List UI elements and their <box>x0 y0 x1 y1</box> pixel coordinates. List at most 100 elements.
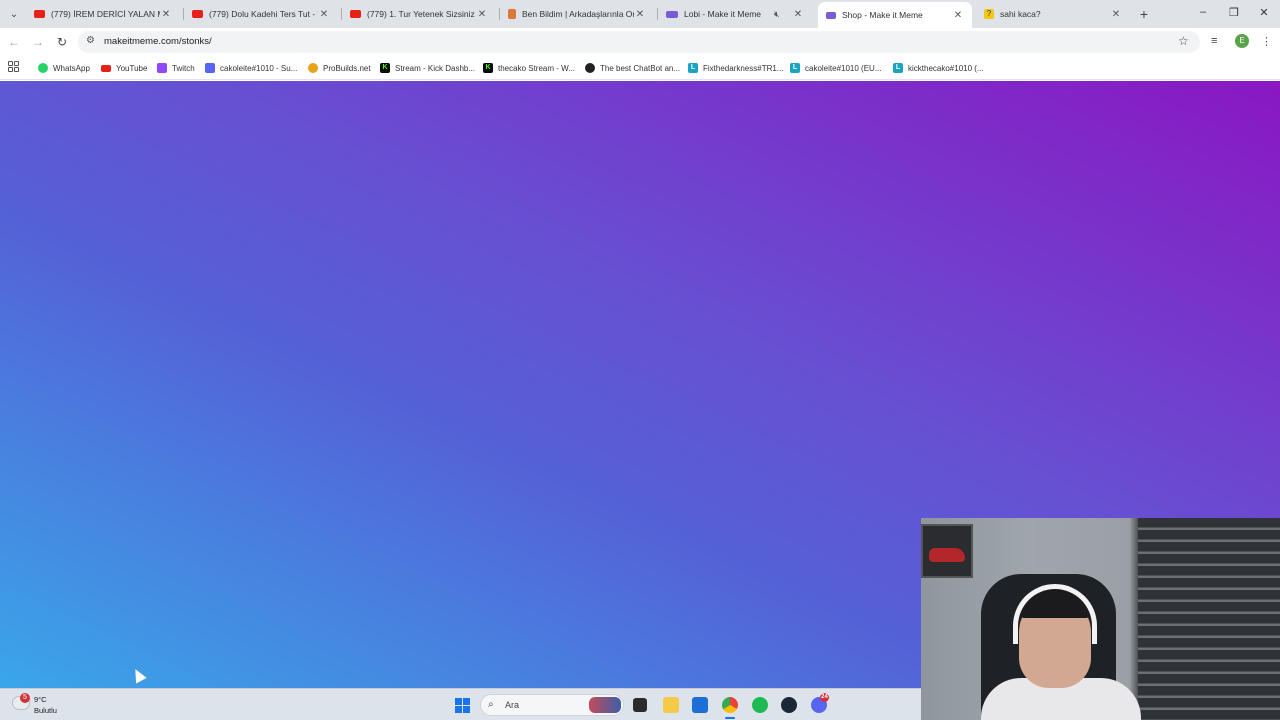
windows-start-icon[interactable] <box>455 698 470 713</box>
active-app-indicator <box>725 717 735 719</box>
close-icon: ✕ <box>1259 7 1269 19</box>
reload-button[interactable]: ↻ <box>54 34 70 50</box>
search-highlight-image <box>589 697 621 713</box>
profile-avatar[interactable]: E <box>1235 34 1249 48</box>
outlook-icon[interactable] <box>692 697 708 713</box>
bookmark-whatsapp[interactable]: WhatsApp <box>38 61 90 75</box>
bookmark-label: cakoleite#1010 (EU... <box>805 63 882 73</box>
bookmark-label: Stream - Kick Dashb... <box>395 63 476 73</box>
bookmark-label: The best ChatBot an... <box>600 63 681 73</box>
restore-button[interactable]: ❐ <box>1227 6 1241 19</box>
tab-title: (779) 1. Tur Yetenek Sizsiniz Mü <box>367 9 476 19</box>
discord-icon <box>205 63 215 73</box>
kick-icon: K <box>380 63 390 73</box>
bookmark-kickthecako[interactable]: L kickthecako#1010 (... <box>893 61 984 75</box>
tab-5[interactable]: Lobi - Make it Meme 🔇︎ ✕ <box>658 2 812 26</box>
menu-kebab-icon[interactable]: ⋮ <box>1261 35 1272 48</box>
search-icon: ⌕ <box>488 699 494 710</box>
bookmark-label: Twitch <box>172 63 195 73</box>
chevron-down-icon: ⌄ <box>9 8 19 20</box>
bookmark-label: thecako Stream - W... <box>498 63 575 73</box>
bookmark-label: WhatsApp <box>53 63 90 73</box>
tab-2[interactable]: (779) Dolu Kadehi Ters Tut - Yapay ✕ <box>184 2 338 26</box>
close-icon[interactable]: ✕ <box>792 9 804 20</box>
bookmark-star-icon[interactable]: ☆ <box>1178 34 1189 48</box>
mouse-cursor-icon <box>130 666 147 684</box>
bookmark-fixthedarkness[interactable]: L Fixthedarkness#TR1... <box>688 61 783 75</box>
close-icon[interactable]: ✕ <box>634 9 646 20</box>
leaguetracker-icon: L <box>893 63 903 73</box>
media-control-icon[interactable]: ≡ <box>1211 35 1217 47</box>
bookmark-chatbot[interactable]: The best ChatBot an... <box>585 61 680 75</box>
youtube-icon <box>192 10 203 18</box>
chrome-icon[interactable] <box>722 697 738 713</box>
minimize-icon: – <box>1199 6 1207 18</box>
tab-1[interactable]: (779) İREM DERİCİ YALAN MAKİNESİ ✕ <box>26 2 180 26</box>
steam-icon[interactable] <box>781 697 797 713</box>
tab-title: Lobi - Make it Meme <box>684 9 761 19</box>
address-bar[interactable]: ⚙ makeitmeme.com/stonks/ ☆ <box>78 31 1200 53</box>
back-button[interactable]: ← <box>6 34 22 50</box>
new-tab-button[interactable]: + <box>1137 5 1151 23</box>
spotify-icon[interactable] <box>752 697 768 713</box>
tab-title: sahi kaca? <box>1000 9 1041 19</box>
webcam-overlay <box>921 518 1280 720</box>
restore-icon: ❐ <box>1229 7 1239 19</box>
arrow-left-icon: ← <box>8 35 20 49</box>
bookmark-youtube[interactable]: YouTube <box>101 61 147 75</box>
plus-icon: + <box>1139 6 1149 22</box>
tab-6-active[interactable]: Shop - Make it Meme ✕ <box>818 2 972 28</box>
bookmark-label: ProBuilds.net <box>323 63 371 73</box>
window-blind <box>1138 518 1280 720</box>
bookmark-twitch[interactable]: Twitch <box>157 61 195 75</box>
taskbar-search[interactable]: ⌕ Ara <box>480 694 624 716</box>
search-placeholder: Ara <box>505 700 520 710</box>
browser-toolbar: ← → ↻ ⚙ makeitmeme.com/stonks/ ☆ ≡ E ⋮ <box>0 28 1280 56</box>
tab-4[interactable]: Ben Bildim | Arkadaşlarınla Online ✕ <box>500 2 654 26</box>
youtube-icon <box>350 10 361 18</box>
tab-search-button[interactable]: ⌄ <box>4 4 24 24</box>
address-url[interactable]: makeitmeme.com/stonks/ <box>104 36 212 47</box>
twitch-icon <box>157 63 167 73</box>
apps-grid-icon[interactable] <box>8 61 19 72</box>
weather-temperature: 9°C <box>34 695 47 704</box>
taskview-icon[interactable] <box>633 698 647 712</box>
bookmark-thecako-stream[interactable]: K thecako Stream - W... <box>483 61 575 75</box>
minimize-button[interactable]: – <box>1196 6 1210 18</box>
bookmark-cakoleite-1[interactable]: cakoleite#1010 - Su... <box>205 61 297 75</box>
tab-3[interactable]: (779) 1. Tur Yetenek Sizsiniz Mü ✕ <box>342 2 496 26</box>
makeitmeme-icon <box>826 11 836 19</box>
close-icon[interactable]: ✕ <box>1110 9 1122 20</box>
tab-title: (779) Dolu Kadehi Ters Tut - Yapay <box>209 9 318 19</box>
makeitmeme-icon <box>666 10 678 18</box>
bookmark-label: Fixthedarkness#TR1... <box>703 63 784 73</box>
tab-strip: ⌄ (779) İREM DERİCİ YALAN MAKİNESİ ✕ (77… <box>0 0 1280 28</box>
chatbot-icon <box>585 63 595 73</box>
reload-icon: ↻ <box>56 35 68 49</box>
bookmark-label: kickthecako#1010 (... <box>908 63 984 73</box>
close-icon[interactable]: ✕ <box>952 10 964 21</box>
whatsapp-icon <box>38 63 48 73</box>
bookmark-cakoleite-2[interactable]: L cakoleite#1010 (EU... <box>790 61 882 75</box>
probuilds-icon <box>308 63 318 73</box>
bookmark-probuilds[interactable]: ProBuilds.net <box>308 61 371 75</box>
arrow-right-icon: → <box>32 35 44 49</box>
wall-picture <box>921 524 973 578</box>
site-info-icon[interactable]: ⚙ <box>86 35 95 46</box>
tab-7[interactable]: ? sahi kaca? ✕ <box>976 2 1130 26</box>
weather-description: Bulutlu <box>34 706 57 715</box>
forward-button[interactable]: → <box>30 34 46 50</box>
windows-taskbar: 5 9°C Bulutlu ⌕ Ara 24 <box>0 688 921 720</box>
muted-speaker-icon[interactable]: 🔇︎ <box>774 9 786 20</box>
question-icon: ? <box>984 9 994 19</box>
discord-notification-badge: 24 <box>820 693 829 702</box>
file-explorer-icon[interactable] <box>663 697 679 713</box>
kick-icon: K <box>483 63 493 73</box>
close-icon[interactable]: ✕ <box>160 9 172 20</box>
bookmark-label: YouTube <box>116 63 148 73</box>
bookmark-kick-dashboard[interactable]: K Stream - Kick Dashb... <box>380 61 475 75</box>
close-window-button[interactable]: ✕ <box>1257 6 1271 19</box>
close-icon[interactable]: ✕ <box>318 9 330 20</box>
close-icon[interactable]: ✕ <box>476 9 488 20</box>
youtube-icon <box>101 64 111 72</box>
